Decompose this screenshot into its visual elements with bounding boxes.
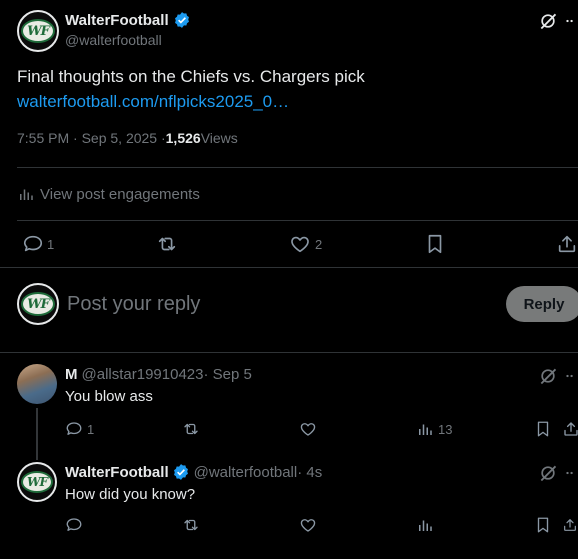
wf-logo: WF xyxy=(21,292,55,316)
bookmark-button[interactable] xyxy=(534,516,552,534)
heart-icon xyxy=(291,236,309,253)
reply-button[interactable] xyxy=(65,516,83,534)
reply-avatar[interactable] xyxy=(17,364,57,404)
bookmark-icon xyxy=(537,421,549,437)
avatar[interactable]: WF xyxy=(17,10,59,52)
wf-logo: WF xyxy=(21,471,53,493)
heart-icon xyxy=(300,423,316,436)
divider xyxy=(17,167,578,168)
bookmark-button[interactable] xyxy=(534,420,552,438)
author-name[interactable]: WalterFootball xyxy=(65,12,169,29)
reply-count: 1 xyxy=(87,421,95,437)
repost-icon xyxy=(184,423,198,435)
reply-text: How did you know? xyxy=(65,486,196,503)
like-button[interactable]: 2 xyxy=(289,233,322,255)
post-timestamp[interactable]: 7:55 PM · Sep 5, 2025 · xyxy=(17,130,166,146)
bookmark-icon xyxy=(428,234,442,254)
reply-icon xyxy=(23,235,43,252)
views-count: 13 xyxy=(438,421,453,437)
repost-button[interactable] xyxy=(156,233,178,255)
post-link[interactable]: walterfootball.com/nflpicks2025_0… xyxy=(17,92,289,112)
more-options-icon[interactable] xyxy=(564,366,578,386)
reply-submit-button[interactable]: Reply xyxy=(506,286,578,322)
grok-icon[interactable] xyxy=(538,463,558,483)
view-engagements-link[interactable]: View post engagements xyxy=(17,185,200,203)
reply-icon xyxy=(66,422,82,435)
analytics-icon xyxy=(419,520,432,531)
wf-logo: WF xyxy=(21,19,55,43)
divider xyxy=(17,220,578,221)
divider xyxy=(0,352,578,353)
repost-button[interactable] xyxy=(182,516,200,534)
thread-line xyxy=(36,408,38,460)
views-label: Views xyxy=(200,130,238,146)
share-button[interactable] xyxy=(562,516,578,534)
reply-timestamp[interactable]: · 4s xyxy=(297,464,322,481)
reply-author-handle[interactable]: @allstar19910423 xyxy=(82,366,204,383)
author-handle[interactable]: @walterfootball xyxy=(65,32,162,48)
like-button[interactable] xyxy=(299,420,317,438)
bookmark-icon xyxy=(537,517,549,533)
like-button[interactable] xyxy=(299,516,317,534)
share-icon xyxy=(564,519,576,531)
reply-text: You blow ass xyxy=(65,388,153,405)
reply-author-name[interactable]: M xyxy=(65,366,78,383)
reply-count: 1 xyxy=(47,236,55,252)
like-count: 2 xyxy=(315,236,323,252)
views-button[interactable]: 13 xyxy=(416,420,452,438)
views-button[interactable] xyxy=(416,516,434,534)
share-button[interactable] xyxy=(556,233,578,255)
more-options-icon[interactable] xyxy=(564,463,578,483)
share-icon xyxy=(558,235,576,253)
views-count: 1,526 xyxy=(165,130,201,146)
repost-icon xyxy=(158,237,176,251)
engagements-label: View post engagements xyxy=(40,185,200,203)
reply-avatar[interactable]: WF xyxy=(17,462,57,502)
bookmark-button[interactable] xyxy=(424,233,446,255)
repost-icon xyxy=(184,519,198,531)
analytics-icon xyxy=(20,189,33,200)
more-options-icon[interactable] xyxy=(564,11,578,31)
reply-author-name[interactable]: WalterFootball xyxy=(65,464,169,481)
share-button[interactable] xyxy=(562,420,578,438)
verified-badge-icon xyxy=(174,12,189,28)
post-text: Final thoughts on the Chiefs vs. Charger… xyxy=(17,67,365,86)
composer-avatar[interactable]: WF xyxy=(17,283,59,325)
share-icon xyxy=(564,422,578,436)
reply-button[interactable]: 1 xyxy=(65,420,94,438)
reply-button[interactable]: 1 xyxy=(22,233,54,255)
divider xyxy=(0,267,578,268)
analytics-icon xyxy=(419,424,432,435)
reply-author-handle[interactable]: @walterfootball xyxy=(194,464,298,481)
verified-badge-icon xyxy=(173,464,188,480)
repost-button[interactable] xyxy=(182,420,200,438)
reply-timestamp[interactable]: · Sep 5 xyxy=(203,366,251,383)
reply-icon xyxy=(66,518,82,531)
heart-icon xyxy=(300,519,316,532)
grok-icon[interactable] xyxy=(538,366,558,386)
reply-input[interactable] xyxy=(67,290,487,318)
grok-icon[interactable] xyxy=(538,11,558,31)
